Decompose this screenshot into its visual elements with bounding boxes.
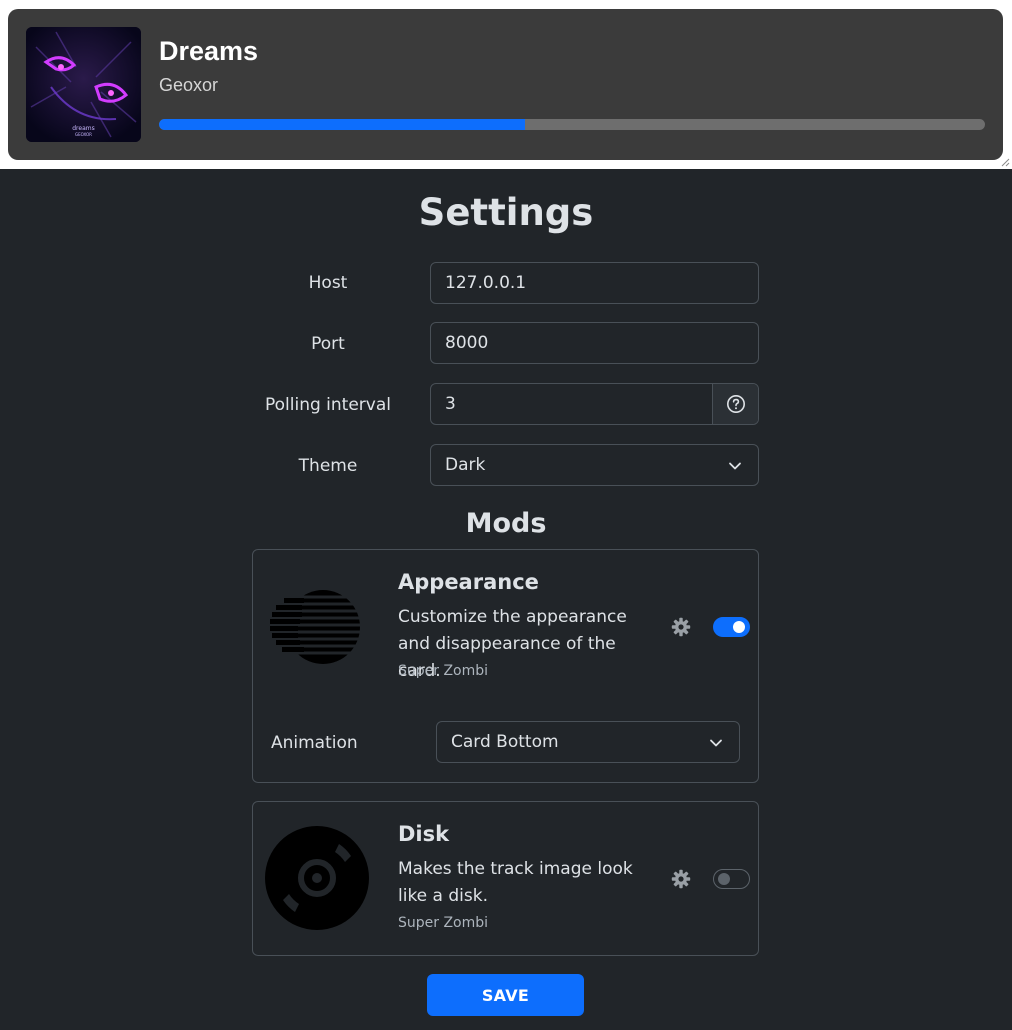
progress-fill [159,119,525,130]
polling-interval-input[interactable]: 3 [430,383,759,425]
appearance-settings-gear-icon[interactable] [671,617,691,637]
disk-mod-icon [265,826,369,930]
host-value: 127.0.0.1 [445,273,527,293]
port-value: 8000 [445,333,489,353]
port-label: Port [311,334,345,354]
disk-mod-description: Makes the track image look like a disk. [398,859,633,906]
appearance-mod-name: Appearance [398,570,539,594]
question-circle-icon [726,395,745,413]
mod-card-appearance: Appearance Customize the appearance and … [252,549,759,783]
host-label: Host [308,273,348,293]
disk-toggle[interactable] [713,869,750,889]
animation-value: Card Bottom [451,732,559,752]
theme-label: Theme [298,456,358,476]
theme-value: Dark [445,455,486,475]
animation-select[interactable]: Card Bottom [436,721,740,763]
toggle-knob [718,873,730,885]
animation-label: Animation [271,733,358,753]
theme-select[interactable]: Dark [430,444,759,486]
now-playing-area: dreams GEOXOR Dreams Geoxor [0,0,1012,169]
polling-help-button[interactable] [712,384,758,424]
port-input[interactable]: 8000 [430,322,759,364]
track-artist: Geoxor [159,75,219,95]
settings-heading: Settings [418,191,594,234]
mod-card-disk: Disk Makes the track image look like a d… [252,801,759,956]
art-sub-caption: GEOXOR [75,132,92,137]
appearance-toggle[interactable] [713,617,750,637]
resize-handle-icon[interactable] [1000,157,1010,167]
toggle-knob [733,621,745,633]
now-playing-card: dreams GEOXOR Dreams Geoxor [8,9,1003,160]
appearance-mod-author: Super Zombi [398,663,489,679]
disk-mod-author: Super Zombi [398,915,489,931]
save-button[interactable]: SAVE [427,974,584,1016]
chevron-down-icon [729,462,741,470]
appearance-mod-icon [270,590,362,664]
chevron-down-icon [710,739,722,747]
progress-bar[interactable] [159,119,985,130]
disk-mod-name: Disk [398,822,450,846]
track-title: Dreams [159,36,259,66]
album-art: dreams GEOXOR [26,27,141,142]
disk-settings-gear-icon[interactable] [671,869,691,889]
host-input[interactable]: 127.0.0.1 [430,262,759,304]
mods-heading: Mods [465,508,547,539]
settings-panel: Settings Host 127.0.0.1 Port 8000 Pollin… [0,169,1012,1030]
polling-label: Polling interval [265,395,391,415]
